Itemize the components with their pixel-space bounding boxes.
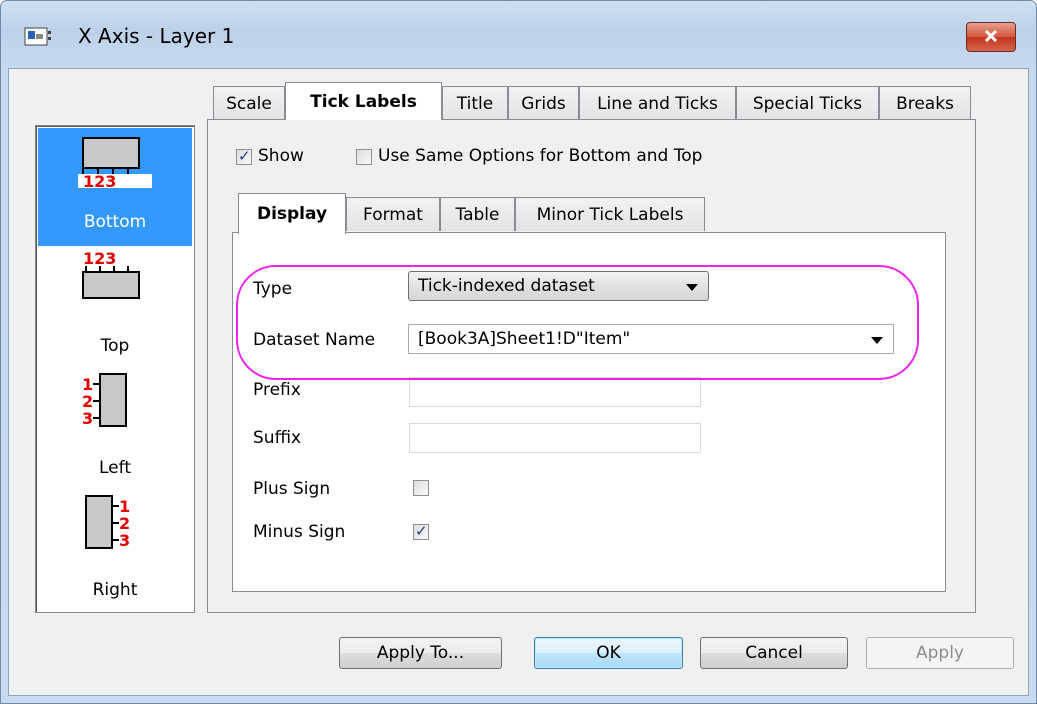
plus-sign-checkbox[interactable] <box>413 480 429 496</box>
bottom-axis-digits: 123 <box>83 172 116 188</box>
apply-to-button[interactable]: Apply To... <box>339 637 502 669</box>
apply-button[interactable]: Apply <box>866 637 1014 669</box>
type-dropdown[interactable]: Tick-indexed dataset <box>408 271 709 301</box>
tab-breaks[interactable]: Breaks <box>879 86 971 120</box>
dataset-name-value: [Book3A]Sheet1!D"Item" <box>418 329 631 349</box>
minus-sign-label: Minus Sign <box>253 522 346 542</box>
type-value: Tick-indexed dataset <box>418 276 595 296</box>
app-icon <box>24 25 58 49</box>
close-button[interactable] <box>966 22 1016 52</box>
checkmark-icon: ✓ <box>238 147 251 165</box>
tab-special-ticks[interactable]: Special Ticks <box>736 86 879 120</box>
prefix-label: Prefix <box>253 380 301 400</box>
close-icon <box>984 30 998 42</box>
type-label: Type <box>253 279 293 299</box>
svg-text:3: 3 <box>82 409 93 428</box>
sidebar-item-label: Right <box>92 580 138 600</box>
left-axis-icon: 1 2 3 <box>82 373 127 428</box>
top-axis-digits: 123 <box>83 250 116 268</box>
sidebar-item-bottom[interactable]: 123 Bottom <box>38 128 192 246</box>
chevron-down-icon <box>871 337 883 344</box>
show-label: Show <box>258 146 304 166</box>
subtab-display[interactable]: Display <box>238 193 346 234</box>
suffix-input[interactable] <box>409 423 701 453</box>
sidebar-item-top[interactable]: 123 Top <box>38 246 192 364</box>
dataset-name-dropdown[interactable]: [Book3A]Sheet1!D"Item" <box>408 324 894 354</box>
checkmark-icon: ✓ <box>415 522 428 540</box>
tab-grids[interactable]: Grids <box>508 86 579 120</box>
prefix-input[interactable] <box>409 377 701 407</box>
show-checkbox[interactable]: ✓ <box>236 147 252 165</box>
minus-sign-checkbox[interactable]: ✓ <box>413 522 429 540</box>
svg-text:3: 3 <box>119 531 130 550</box>
subtab-format[interactable]: Format <box>346 197 440 231</box>
sidebar-item-label: Left <box>99 458 131 478</box>
dialog-window: X Axis - Layer 1 123 Bottom 123 Top 1 2 … <box>0 0 1037 704</box>
ok-button[interactable]: OK <box>534 637 683 669</box>
cancel-button[interactable]: Cancel <box>700 637 848 669</box>
same-options-checkbox[interactable] <box>356 149 372 165</box>
dataset-name-label: Dataset Name <box>253 330 376 350</box>
tab-scale[interactable]: Scale <box>213 86 285 120</box>
right-axis-icon: 1 2 3 <box>85 495 130 550</box>
sidebar-item-left[interactable]: 1 2 3 Left <box>38 366 192 484</box>
sidebar-item-label: Top <box>100 336 130 356</box>
subtab-minor-tick-labels[interactable]: Minor Tick Labels <box>515 197 705 231</box>
axis-selector-list: 123 Bottom 123 Top 1 2 3 Left 1 2 3 Righ… <box>35 125 195 613</box>
suffix-label: Suffix <box>253 428 302 448</box>
chevron-down-icon <box>686 284 698 291</box>
subtab-table[interactable]: Table <box>440 197 515 231</box>
bottom-axis-icon: 123 <box>78 137 152 188</box>
tab-line-and-ticks[interactable]: Line and Ticks <box>579 86 736 120</box>
top-axis-icon: 123 <box>82 250 140 299</box>
sidebar-item-right[interactable]: 1 2 3 Right <box>38 488 192 606</box>
window-title: X Axis - Layer 1 <box>78 24 235 48</box>
tab-tick-labels[interactable]: Tick Labels <box>285 82 442 120</box>
tab-title[interactable]: Title <box>442 86 508 120</box>
plus-sign-label: Plus Sign <box>253 479 331 499</box>
sidebar-item-label: Bottom <box>83 212 147 232</box>
same-options-label: Use Same Options for Bottom and Top <box>378 146 703 166</box>
